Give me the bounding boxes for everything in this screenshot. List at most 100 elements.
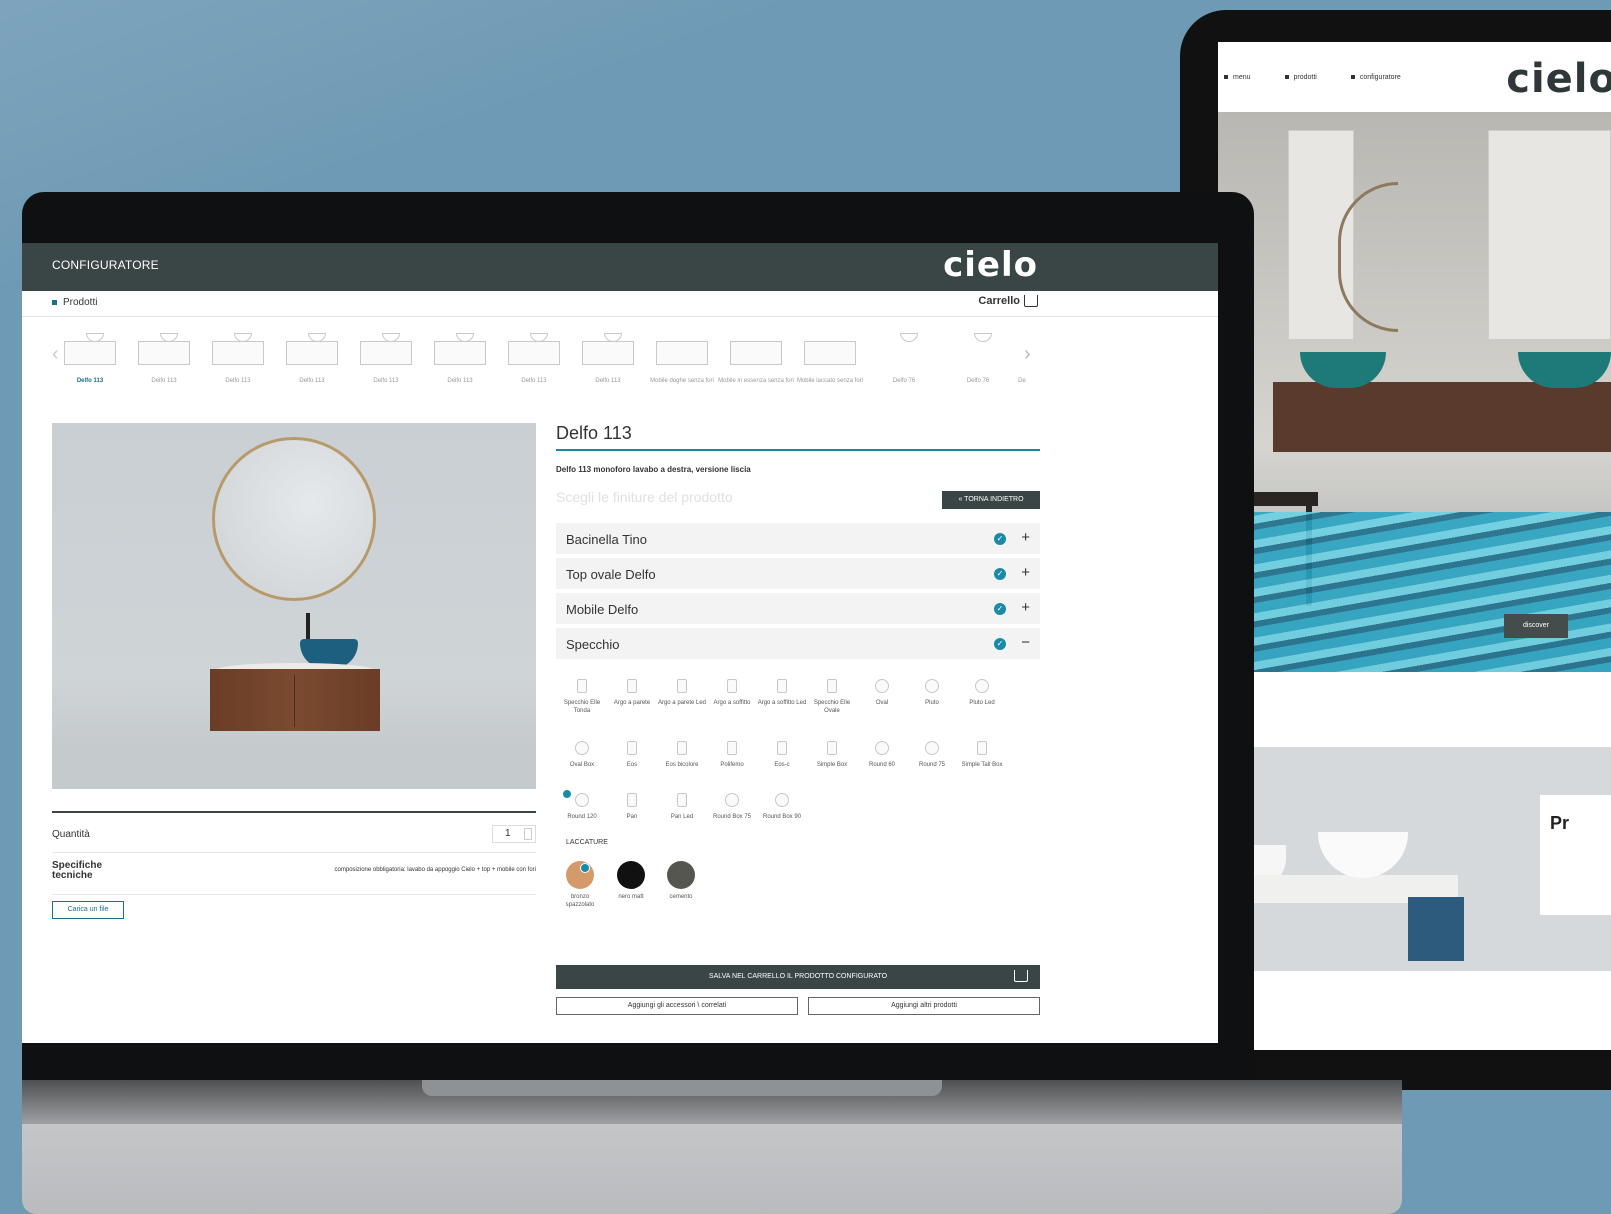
carousel-item[interactable]: Delfo 113 <box>570 327 646 386</box>
carousel-item[interactable]: De <box>1002 327 1042 386</box>
product-thumbnail <box>60 327 120 367</box>
option-eos[interactable]: Eos <box>606 741 658 769</box>
carousel-item[interactable]: Delfo 113 <box>274 327 350 386</box>
carousel-item[interactable]: Delfo 113 <box>200 327 276 386</box>
minus-icon[interactable]: − <box>1021 634 1030 651</box>
tablet-logo[interactable]: cielo <box>1506 56 1611 102</box>
preview-floor <box>52 743 536 789</box>
option-pluto[interactable]: Pluto <box>906 679 958 707</box>
plus-icon[interactable]: + <box>1021 599 1030 616</box>
mirror-icon <box>725 793 739 807</box>
option-argo-a-soffitto[interactable]: Argo a soffitto <box>706 679 758 707</box>
tablet-nav-prodotti[interactable]: prodotti <box>1284 74 1317 81</box>
option-eos-bicolore[interactable]: Eos bicolore <box>656 741 708 769</box>
stepper-arrows-icon[interactable] <box>524 828 532 840</box>
carousel-item[interactable]: Delfo 113 <box>126 327 202 386</box>
plus-icon[interactable]: + <box>1021 564 1030 581</box>
option-round-60[interactable]: Round 60 <box>856 741 908 769</box>
carousel-item-label: Delfo 113 <box>76 378 104 384</box>
mirror-icon <box>875 679 889 693</box>
accordion-specchio[interactable]: Specchio ✓ − <box>556 628 1040 660</box>
carousel-item[interactable]: Mobile doghe senza fori <box>644 327 720 386</box>
product-thumbnail <box>1007 327 1037 367</box>
carousel-item[interactable]: Mobile laccato senza fori <box>792 327 868 386</box>
chevron-right-icon[interactable]: › <box>1024 343 1031 366</box>
product-thumbnail <box>726 327 786 367</box>
option-simple-box[interactable]: Simple Box <box>806 741 858 769</box>
option-argo-a-soffitto-led[interactable]: Argo a soffitto Led <box>756 679 808 707</box>
carousel-item[interactable]: Delfo 113 <box>422 327 498 386</box>
carousel-item[interactable]: Mobile in essenza senza fori <box>718 327 794 386</box>
accordion-bacinella-tino[interactable]: Bacinella Tino ✓ + <box>556 523 1040 555</box>
option-round-120[interactable]: Round 120 <box>556 789 608 821</box>
carousel-item-label: Delfo 113 <box>373 378 399 384</box>
option-argo-a-parete[interactable]: Argo a parete <box>606 679 658 707</box>
accordion-mobile-delfo[interactable]: Mobile Delfo ✓ + <box>556 593 1040 625</box>
option-argo-a-parete-led[interactable]: Argo a parete Led <box>656 679 708 707</box>
check-icon: ✓ <box>994 568 1006 580</box>
option-simple-tall-box[interactable]: Simple Tall Box <box>956 741 1008 769</box>
product-preview-image <box>52 423 536 789</box>
option-eos-c[interactable]: Eos-c <box>756 741 808 769</box>
product-thumbnail <box>948 327 1008 367</box>
mirror-icon <box>925 679 939 693</box>
brand-logo[interactable]: cielo <box>943 245 1038 285</box>
add-accessories-button[interactable]: Aggiungi gli accessori \ correlati <box>556 997 798 1015</box>
mirror-icon <box>575 793 589 807</box>
mirror-icon <box>677 793 687 807</box>
accordion-top-ovale-delfo[interactable]: Top ovale Delfo ✓ + <box>556 558 1040 590</box>
product-thumbnail <box>652 327 712 367</box>
option-round-box-90[interactable]: Round Box 90 <box>756 793 808 821</box>
title-underline <box>556 449 1040 451</box>
product-thumbnail <box>356 327 416 367</box>
preview-mirror <box>212 437 376 601</box>
page-title: CONFIGURATORE <box>52 258 159 272</box>
quantity-stepper[interactable]: 1 <box>492 825 536 843</box>
mirror-icon <box>875 741 889 755</box>
hero-cabinet <box>1273 382 1611 452</box>
option-round-75[interactable]: Round 75 <box>906 741 958 769</box>
product-thumbnail <box>800 327 860 367</box>
carousel-item[interactable]: Delfo 76 <box>866 327 942 386</box>
back-button[interactable]: « TORNA INDIETRO <box>942 491 1040 509</box>
option-pluto-led[interactable]: Pluto Led <box>956 679 1008 707</box>
cart-icon <box>1014 970 1028 982</box>
option-oval[interactable]: Oval <box>856 679 908 707</box>
breadcrumb[interactable]: Prodotti <box>52 297 97 308</box>
tablet-nav-menu[interactable]: menu <box>1224 74 1251 81</box>
selected-check-icon <box>580 863 590 873</box>
carousel-item-label: Delfo 113 <box>225 378 251 384</box>
swatch-nero-matt[interactable] <box>617 861 645 889</box>
option-polifemo[interactable]: Polifemo <box>706 741 758 769</box>
tablet-nav-configuratore[interactable]: configuratore <box>1350 74 1401 81</box>
option-specchio-elle-tonda[interactable]: Specchio Elle Tonda <box>556 679 608 715</box>
upload-file-button[interactable]: Carica un file <box>52 901 124 919</box>
square-icon <box>52 299 57 305</box>
accordion-label: Mobile Delfo <box>566 602 639 617</box>
option-round-box-75[interactable]: Round Box 75 <box>706 793 758 821</box>
carousel-item[interactable]: Delfo 113 <box>496 327 572 386</box>
swatch-cemento[interactable] <box>667 861 695 889</box>
app-header: CONFIGURATORE cielo <box>22 243 1218 291</box>
option-pan-led[interactable]: Pan Led <box>656 793 708 821</box>
carousel-item[interactable]: Delfo 113 <box>348 327 424 386</box>
plus-icon[interactable]: + <box>1021 529 1030 546</box>
square-icon <box>1350 74 1355 79</box>
discover-button[interactable]: discover <box>1504 614 1568 638</box>
carousel-item-label: Delfo 113 <box>299 378 325 384</box>
option-oval-box[interactable]: Oval Box <box>556 741 608 769</box>
specs-label: Specifiche tecniche <box>52 860 103 881</box>
add-products-button[interactable]: Aggiungi altri prodotti <box>808 997 1040 1015</box>
option-specchio-elle-ovale[interactable]: Specchio Elle Ovale <box>806 679 858 715</box>
cart-link[interactable]: Carrello <box>978 295 1038 308</box>
mirror-icon <box>827 679 837 693</box>
laptop-hinge <box>422 1080 942 1096</box>
specs-value: composizione obbligatoria: lavabo da app… <box>334 867 536 873</box>
option-pan[interactable]: Pan <box>606 793 658 821</box>
preview-tap <box>306 613 310 641</box>
sub-nav: Prodotti Carrello <box>22 291 1218 317</box>
save-to-cart-button[interactable]: SALVA NEL CARRELLO IL PRODOTTO CONFIGURA… <box>556 965 1040 989</box>
carousel-item-label: Delfo 113 <box>595 378 621 384</box>
carousel-item[interactable]: Delfo 113 <box>52 327 128 386</box>
square-icon <box>1284 74 1289 79</box>
